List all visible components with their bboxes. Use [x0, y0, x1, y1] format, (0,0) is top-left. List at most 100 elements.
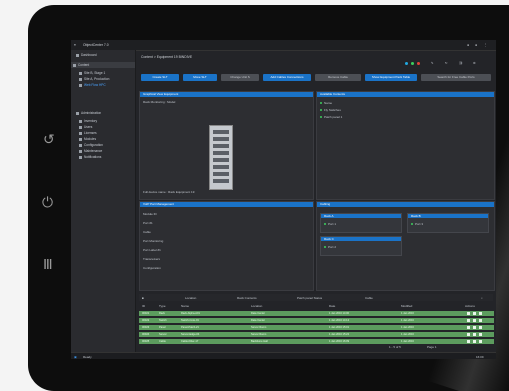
- sidebar: Dashboard Content Site B, Stage 1 Site A…: [71, 50, 136, 359]
- card-title: Rack A: [324, 214, 334, 218]
- delete-row-icon[interactable]: [479, 326, 482, 329]
- port-item[interactable]: Port Label #1: [143, 248, 161, 252]
- link-icon[interactable]: ⛓: [459, 61, 463, 65]
- filter-location[interactable]: Location: [185, 296, 196, 300]
- column-header[interactable]: Location: [251, 304, 262, 308]
- port-item[interactable]: Transceivers: [143, 257, 160, 261]
- cabling-card[interactable]: Rack C Port 2: [320, 236, 402, 256]
- status-icon: [320, 102, 322, 105]
- sidebar-item-administration[interactable]: Administration: [74, 110, 101, 116]
- filter-patch-panel[interactable]: Patch panel Status: [297, 296, 322, 300]
- table-row[interactable]: 00024 Server Server-Edge-04 Server Room …: [139, 332, 494, 337]
- search-free-ports-button[interactable]: Search for Free Cable Ports: [421, 74, 491, 81]
- folder-icon: [73, 63, 76, 67]
- cabling-card[interactable]: Rack A Port 1: [320, 213, 402, 233]
- tool-icon: [79, 149, 82, 153]
- app-title: ObjectCenter 7.0: [83, 43, 109, 47]
- menu-button-icon[interactable]: Ⅲ: [43, 257, 53, 271]
- search-icon[interactable]: ⌕: [481, 296, 483, 300]
- port-item[interactable]: Port #1: [143, 221, 153, 225]
- column-header[interactable]: Actions: [465, 304, 475, 308]
- user-icon: [79, 125, 82, 129]
- rack-slot: [213, 144, 229, 148]
- power-button-icon[interactable]: ⏻: [42, 195, 53, 209]
- back-button-icon[interactable]: ↺: [43, 132, 55, 146]
- view-row-icon[interactable]: [473, 312, 476, 315]
- edit-row-icon[interactable]: [467, 340, 470, 343]
- rack-slot: [213, 158, 229, 162]
- settings-icon[interactable]: ⚙: [473, 61, 476, 65]
- sidebar-item-web-flow[interactable]: Web Flow HPC: [77, 82, 106, 88]
- card-value: Port 3: [411, 222, 423, 226]
- puzzle-icon: [79, 137, 82, 141]
- overview-panel-title: Graphical View Equipment: [140, 92, 313, 97]
- remove-cable-button[interactable]: Remove Cable: [315, 74, 361, 81]
- delete-row-icon[interactable]: [479, 333, 482, 336]
- status-icon: [324, 223, 326, 226]
- status-dot-blue: [405, 62, 408, 65]
- table-row[interactable]: 00025 Cable Cable-Fiber-17 Backbone Hall…: [139, 339, 494, 344]
- status-icon: [324, 246, 326, 249]
- edit-row-icon[interactable]: [467, 326, 470, 329]
- grid-icon: [76, 53, 79, 57]
- rack-image[interactable]: [209, 125, 233, 190]
- view-row-icon[interactable]: [473, 340, 476, 343]
- table-row[interactable]: 00022 Switch Switch-Core-01 Data Center …: [139, 318, 494, 323]
- rack-slot: [213, 172, 229, 176]
- sidebar-item-content[interactable]: Content: [71, 62, 135, 68]
- pager-right[interactable]: Page 1: [427, 345, 437, 349]
- filter-cable[interactable]: Cable: [365, 296, 373, 300]
- refresh-icon[interactable]: ↻: [445, 61, 448, 65]
- edit-row-icon[interactable]: [467, 319, 470, 322]
- port-item[interactable]: Configuration: [143, 266, 161, 270]
- edit-row-icon[interactable]: [467, 333, 470, 336]
- contents-panel: Available Contents Name Fly Switches Pat…: [316, 91, 495, 200]
- change-unit-button[interactable]: Change Unit S: [221, 74, 259, 81]
- status-text: Ready: [83, 355, 92, 359]
- column-header[interactable]: Type: [159, 304, 166, 308]
- grid-icon[interactable]: ■: [142, 296, 144, 300]
- add-cables-button[interactable]: Add Cables Connections: [263, 74, 311, 81]
- status-icon: [320, 116, 322, 119]
- column-header[interactable]: Modified: [401, 304, 412, 308]
- table-filter-bar: ■ Location Rack Contents Patch panel Sta…: [139, 294, 493, 301]
- user-icon[interactable]: ●: [475, 43, 477, 47]
- contents-item[interactable]: Name: [320, 101, 332, 105]
- table-row[interactable]: 00021 Rack Rack-Alpha-A01 Data Center 1 …: [139, 311, 494, 316]
- view-row-icon[interactable]: [473, 333, 476, 336]
- rack-slot: [213, 137, 229, 141]
- menu-icon[interactable]: ≡: [74, 43, 76, 47]
- sidebar-item-dashboard[interactable]: Dashboard: [74, 52, 97, 58]
- port-item[interactable]: Module ID: [143, 212, 157, 216]
- bell-icon[interactable]: ●: [467, 43, 469, 47]
- column-header[interactable]: ID: [142, 304, 145, 308]
- column-header[interactable]: Name: [181, 304, 189, 308]
- port-item[interactable]: Port Monitoring: [143, 239, 163, 243]
- contents-item[interactable]: Patch panel 1: [320, 115, 342, 119]
- table-header: ID Type Name Location Date Modified Acti…: [139, 303, 493, 308]
- more-icon[interactable]: ⋮: [484, 43, 487, 47]
- location-icon: [79, 77, 82, 81]
- table-body: 00021 Rack Rack-Alpha-A01 Data Center 1 …: [139, 311, 494, 351]
- delete-row-icon[interactable]: [479, 319, 482, 322]
- sidebar-item-notifications[interactable]: Notifications: [77, 154, 101, 160]
- windows-icon[interactable]: ▣: [74, 355, 77, 359]
- show-pack-table-button[interactable]: Show Equipment Pack Table: [365, 74, 417, 81]
- view-row-icon[interactable]: [473, 319, 476, 322]
- filter-rack-contents[interactable]: Rack Contents: [237, 296, 257, 300]
- column-header[interactable]: Date: [329, 304, 335, 308]
- view-row-icon[interactable]: [473, 326, 476, 329]
- table-row[interactable]: 00023 Panel Panel-Patch-21 Server Room 1…: [139, 325, 494, 330]
- move-slt-button[interactable]: Move SLT: [183, 74, 217, 81]
- delete-row-icon[interactable]: [479, 340, 482, 343]
- delete-row-icon[interactable]: [479, 312, 482, 315]
- location-icon: [79, 71, 82, 75]
- cabling-panel-title: Cabling: [317, 202, 494, 207]
- edit-icon[interactable]: ✎: [431, 61, 434, 65]
- create-slt-button[interactable]: Create SLT: [141, 74, 179, 81]
- cabling-card[interactable]: Rack B Port 3: [407, 213, 489, 233]
- port-item[interactable]: Cable: [143, 230, 151, 234]
- edit-row-icon[interactable]: [467, 312, 470, 315]
- contents-item[interactable]: Fly Switches: [320, 108, 341, 112]
- card-title: Rack C: [324, 237, 334, 241]
